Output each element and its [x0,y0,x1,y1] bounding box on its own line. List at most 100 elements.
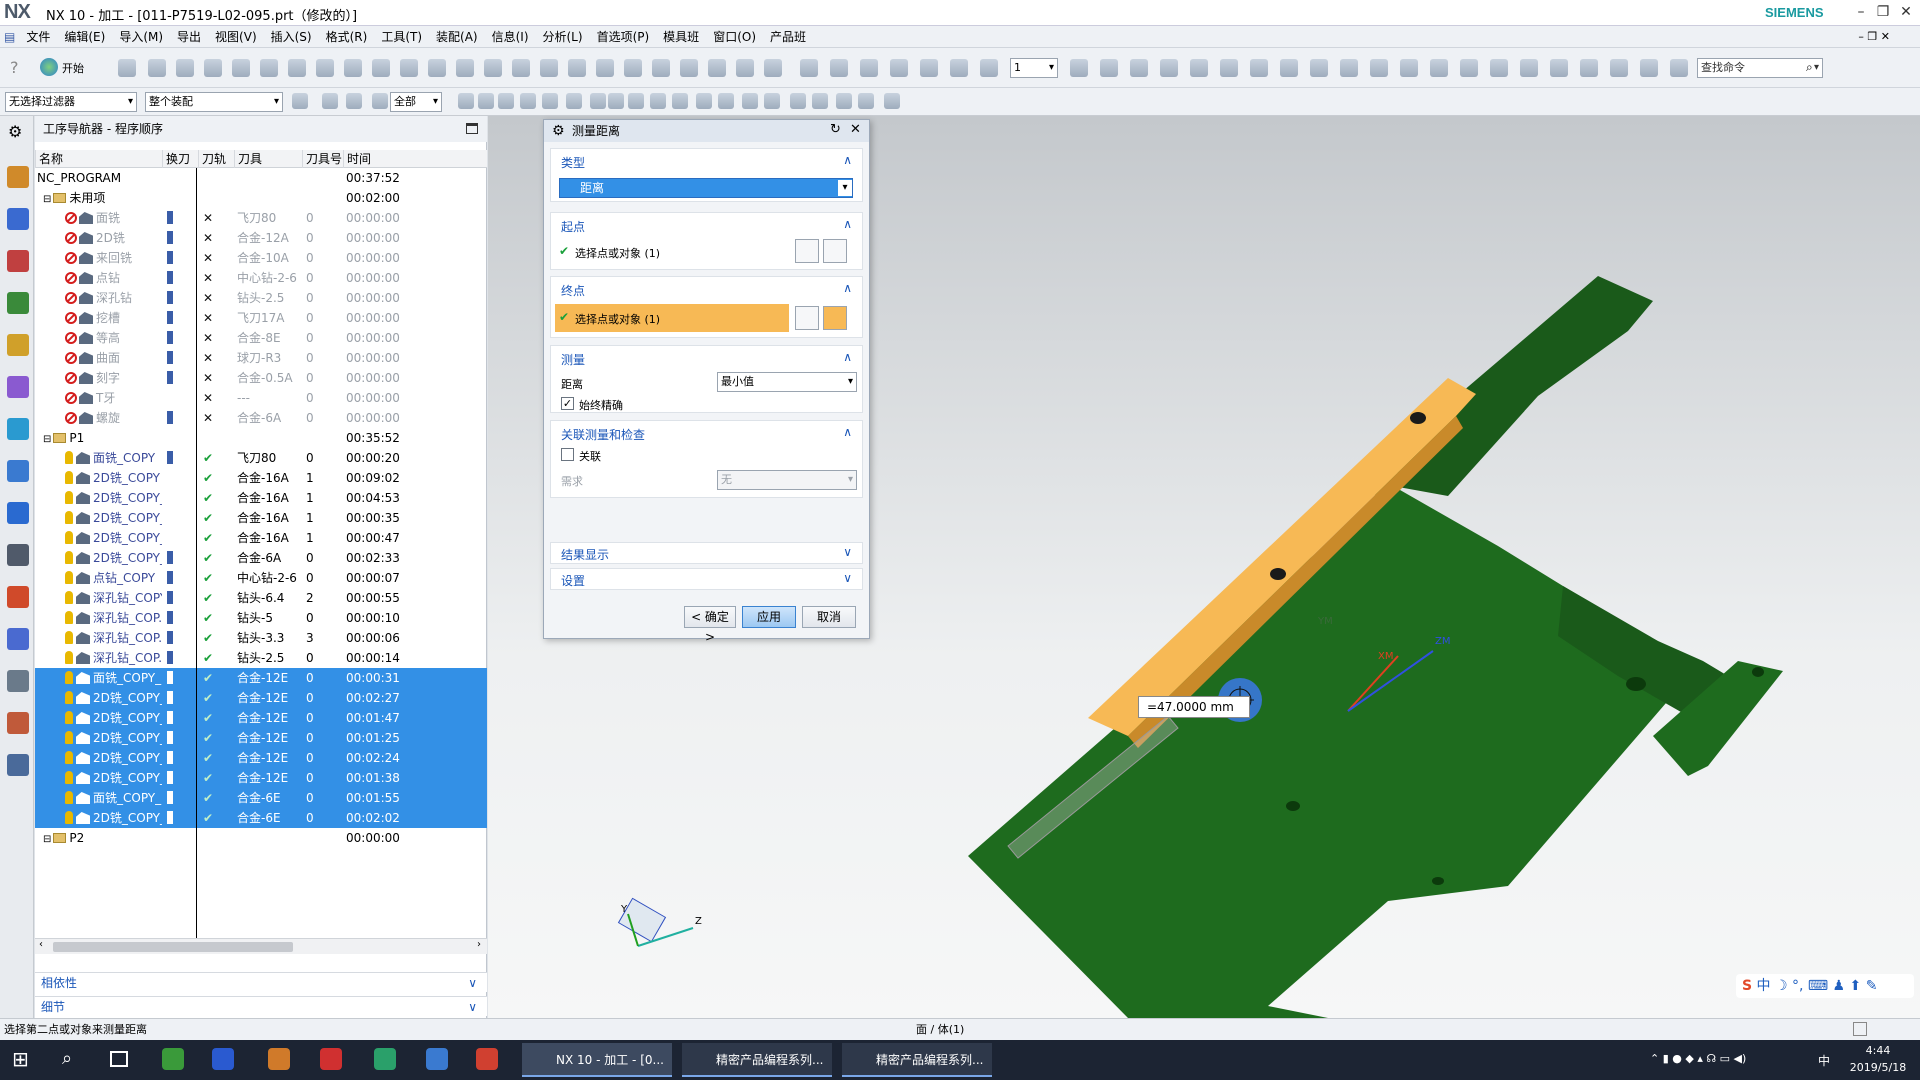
column-header-cell[interactable]: 刀具 [234,150,302,168]
tool-icon[interactable] [1160,59,1178,77]
tool-icon[interactable] [652,59,670,77]
chevron-up-icon[interactable]: ∧ [843,153,852,167]
chevron-up-icon[interactable]: ∧ [843,281,852,295]
snap-icon[interactable] [520,93,536,109]
start-section-header[interactable]: 起点 [561,218,585,235]
tool-icon[interactable] [708,59,726,77]
snap-icon[interactable] [650,93,666,109]
table-row[interactable]: 2D铣_COPY_... ✔ 合金-6E 0 00:02:02 [35,808,487,828]
assembly-scope-combo[interactable]: 整个装配 [145,92,283,112]
tool-icon[interactable] [316,59,334,77]
snap-icon[interactable] [372,93,388,109]
resource-tab-icon[interactable] [7,544,29,566]
resource-tab-icon[interactable] [7,754,29,776]
resource-tab-icon[interactable] [7,670,29,692]
snap-icon[interactable] [672,93,688,109]
menu-item[interactable]: 首选项(P) [590,26,657,48]
snap-icon[interactable] [742,93,758,109]
table-row[interactable]: 深孔钻_COP... ✔ 钻头-2.5 0 00:00:14 [35,648,487,668]
snap-icon[interactable] [608,93,624,109]
table-row[interactable]: 2D铣_COPY_... ✔ 合金-12E 0 00:01:25 [35,728,487,748]
resource-tab-icon[interactable] [7,166,29,188]
tool-icon[interactable] [1190,59,1208,77]
menu-item[interactable]: 导出 [170,26,208,48]
end-select-label[interactable]: 选择点或对象 (1) [575,311,660,327]
type-section-header[interactable]: 类型 [561,154,585,171]
command-search-input[interactable]: 查找命令 [1697,58,1823,78]
snap-icon[interactable] [458,93,474,109]
cancel-button[interactable]: 取消 [802,606,856,628]
tool-icon[interactable] [1070,59,1088,77]
tool-icon[interactable] [1490,59,1508,77]
snap-icon[interactable] [498,93,514,109]
table-row[interactable]: 2D铣_COPY_... ✔ 合金-12E 0 00:02:27 [35,688,487,708]
tool-icon[interactable] [260,59,278,77]
clock[interactable]: 4:44 2019/5/18 [1838,1042,1918,1076]
collapse-toggle-icon[interactable]: ⊟ [43,834,51,845]
tool-icon[interactable] [1310,59,1328,77]
table-row[interactable]: ⊟ P2 00:00:00 [35,828,487,848]
tool-icon[interactable] [204,59,222,77]
table-row[interactable]: 2D铣_COPY_... ✔ 合金-12E 0 00:01:38 [35,768,487,788]
doc-window-controls[interactable]: – ❐ ✕ [1858,26,1890,48]
tool-icon[interactable] [118,59,136,77]
measure-object-button[interactable] [823,239,847,263]
menu-icon[interactable]: ▤ [0,26,19,48]
tool-icon[interactable] [1370,59,1388,77]
snap-icon[interactable] [628,93,644,109]
scope-combo[interactable]: 全部 [390,92,442,112]
tool-icon[interactable] [950,59,968,77]
column-header-cell[interactable]: 名称 [35,150,162,168]
table-row[interactable]: 2D铣_COPY_... ✔ 合金-12E 0 00:02:24 [35,748,487,768]
tool-icon[interactable] [764,59,782,77]
windows-start-icon[interactable]: ⊞ [12,1049,29,1069]
table-row[interactable]: 面铣_COPY ✔ 飞刀80 0 00:00:20 [35,448,487,468]
menu-item[interactable]: 模具班 [656,26,706,48]
chevron-up-icon[interactable]: ∧ [843,425,852,439]
layer-combo[interactable]: 1 [1010,58,1058,78]
tool-icon[interactable] [344,59,362,77]
table-row[interactable]: 2D铣_COPY_1 ✔ 合金-12E 0 00:01:47 [35,708,487,728]
tool-icon[interactable] [736,59,754,77]
table-row[interactable]: 刻字 ✕ 合金-0.5A 0 00:00:00 [35,368,487,388]
pinned-app-icon[interactable] [212,1048,234,1070]
column-header-cell[interactable]: 时间 [343,150,487,168]
table-row[interactable]: ⊟ P1 00:35:52 [35,428,487,448]
menu-item[interactable]: 产品班 [763,26,813,48]
scroll-right-icon[interactable]: › [477,939,481,950]
menu-item[interactable]: 编辑(E) [57,26,112,48]
start-menu[interactable]: 开始 [62,60,84,76]
tool-icon[interactable] [1460,59,1478,77]
tool-icon[interactable] [596,59,614,77]
associative-checkbox[interactable] [561,448,574,461]
tool-icon[interactable] [400,59,418,77]
tool-icon[interactable] [624,59,642,77]
table-row[interactable]: 深孔钻_COPY ✔ 钻头-6.4 2 00:00:55 [35,588,487,608]
table-row[interactable]: T牙 ✕ --- 0 00:00:00 [35,388,487,408]
chevron-up-icon[interactable]: ∧ [843,217,852,231]
measure-section-header[interactable]: 测量 [561,351,585,368]
tool-icon[interactable] [148,59,166,77]
measure-object-button[interactable] [823,306,847,330]
menu-item[interactable]: 装配(A) [429,26,485,48]
table-row[interactable]: 点钻_COPY ✔ 中心钻-2-6 0 00:00:07 [35,568,487,588]
tool-icon[interactable] [920,59,938,77]
table-row[interactable]: 2D铣 ✕ 合金-12A 0 00:00:00 [35,228,487,248]
selection-filter-combo[interactable]: 无选择过滤器 [5,92,137,112]
table-row[interactable]: 螺旋 ✕ 合金-6A 0 00:00:00 [35,408,487,428]
column-header-cell[interactable]: 刀轨 [198,150,234,168]
tool-icon[interactable] [484,59,502,77]
collapse-toggle-icon[interactable]: ⊟ [43,194,51,205]
table-row[interactable]: 等高 ✕ 合金-8E 0 00:00:00 [35,328,487,348]
result-section-header[interactable]: 结果显示 [561,546,609,563]
tool-icon[interactable] [980,59,998,77]
tool-icon[interactable] [1580,59,1598,77]
tool-icon[interactable] [890,59,908,77]
table-row[interactable]: 2D铣_COPY_... ✔ 合金-6A 0 00:02:33 [35,548,487,568]
tool-icon[interactable] [456,59,474,77]
table-row[interactable]: 深孔钻 ✕ 钻头-2.5 0 00:00:00 [35,288,487,308]
close-window-button[interactable]: ✕ [1895,2,1917,22]
pinned-app-icon[interactable] [320,1048,342,1070]
tray-icons[interactable]: ⌃ ▮ ● ◆ ▴ ☊ ▭ ◀) [1650,1052,1746,1065]
settings-section-header[interactable]: 设置 [561,572,585,589]
